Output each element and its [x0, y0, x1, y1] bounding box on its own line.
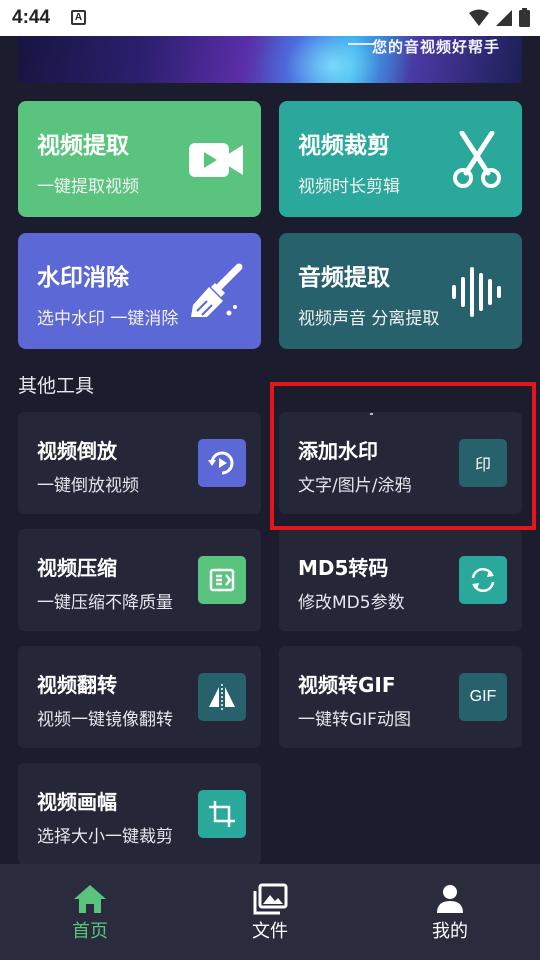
- system-icons: [469, 8, 530, 27]
- refresh-icon: [459, 556, 507, 604]
- video-camera-icon: [189, 143, 243, 177]
- scissors-icon: [453, 131, 501, 188]
- crop-icon: [198, 790, 246, 838]
- tool-card-video-frame-size[interactable]: 视频画幅 选择大小一键裁剪: [18, 763, 261, 865]
- feature-card-audio-extract[interactable]: 音频提取 视频声音 分离提取: [279, 233, 522, 349]
- section-title-other-tools: 其他工具: [18, 375, 95, 397]
- tool-card-md5-transcode[interactable]: MD5转码 修改MD5参数: [279, 529, 522, 631]
- status-bar: 4:44 A: [0, 0, 540, 36]
- status-time: 4:44: [12, 7, 51, 28]
- tool-subtitle: 选择大小一键裁剪: [37, 827, 173, 847]
- nav-home[interactable]: 首页: [45, 883, 135, 943]
- tool-subtitle: 一键倒放视频: [37, 476, 139, 496]
- tool-subtitle: 修改MD5参数: [298, 593, 405, 613]
- wifi-icon: [469, 9, 489, 26]
- promo-banner[interactable]: 您的音视频好帮手: [18, 36, 522, 83]
- bottom-navigation: 首页 文件 我的: [0, 864, 540, 960]
- gallery-icon: [253, 883, 288, 915]
- tool-title: 视频转GIF: [298, 673, 396, 697]
- feature-title: 音频提取: [298, 265, 390, 291]
- feature-title: 视频裁剪: [298, 133, 390, 159]
- tool-card-video-to-gif[interactable]: 视频转GIF 一键转GIF动图 GIF: [279, 646, 522, 748]
- brush-icon: [191, 263, 243, 317]
- tool-title: 视频倒放: [37, 439, 117, 463]
- reverse-icon: [198, 439, 246, 487]
- tool-subtitle: 视频一键镜像翻转: [37, 710, 173, 730]
- tool-subtitle: 一键压缩不降质量: [37, 593, 173, 613]
- mirror-flip-icon: [198, 673, 246, 721]
- gif-icon: GIF: [459, 673, 507, 721]
- feature-subtitle: 一键提取视频: [37, 177, 139, 197]
- notification-a-icon: A: [71, 10, 86, 25]
- feature-subtitle: 选中水印 一键消除: [37, 309, 179, 329]
- tool-subtitle: 一键转GIF动图: [298, 710, 411, 730]
- nav-label: 我的: [432, 921, 468, 942]
- feature-subtitle: 视频声音 分离提取: [298, 309, 440, 329]
- feature-title: 水印消除: [37, 265, 129, 291]
- nav-files[interactable]: 文件: [225, 883, 315, 943]
- tool-title: MD5转码: [298, 556, 389, 580]
- tool-title: 视频压缩: [37, 556, 117, 580]
- feature-title: 视频提取: [37, 133, 129, 159]
- feature-card-video-crop[interactable]: 视频裁剪 视频时长剪辑: [279, 101, 522, 217]
- tool-card-video-flip[interactable]: 视频翻转 视频一键镜像翻转: [18, 646, 261, 748]
- tool-title: 视频画幅: [37, 790, 117, 814]
- nav-label: 首页: [72, 921, 108, 942]
- compress-icon: [198, 556, 246, 604]
- nav-mine[interactable]: 我的: [405, 883, 495, 943]
- signal-icon: [496, 9, 512, 26]
- tool-title: 视频翻转: [37, 673, 117, 697]
- feature-card-video-extract[interactable]: 视频提取 一键提取视频: [18, 101, 261, 217]
- home-icon: [74, 885, 106, 913]
- waveform-icon: [452, 267, 501, 317]
- highlight-box: [270, 382, 536, 530]
- speck: [370, 413, 373, 415]
- tool-card-video-reverse[interactable]: 视频倒放 一键倒放视频: [18, 412, 261, 514]
- nav-label: 文件: [252, 921, 288, 942]
- banner-slogan: 您的音视频好帮手: [371, 38, 500, 56]
- tool-card-video-compress[interactable]: 视频压缩 一键压缩不降质量: [18, 529, 261, 631]
- person-icon: [437, 885, 463, 913]
- feature-card-watermark-remove[interactable]: 水印消除 选中水印 一键消除: [18, 233, 261, 349]
- feature-subtitle: 视频时长剪辑: [298, 177, 400, 197]
- banner-decor-line: [348, 43, 374, 45]
- battery-icon: [519, 8, 530, 27]
